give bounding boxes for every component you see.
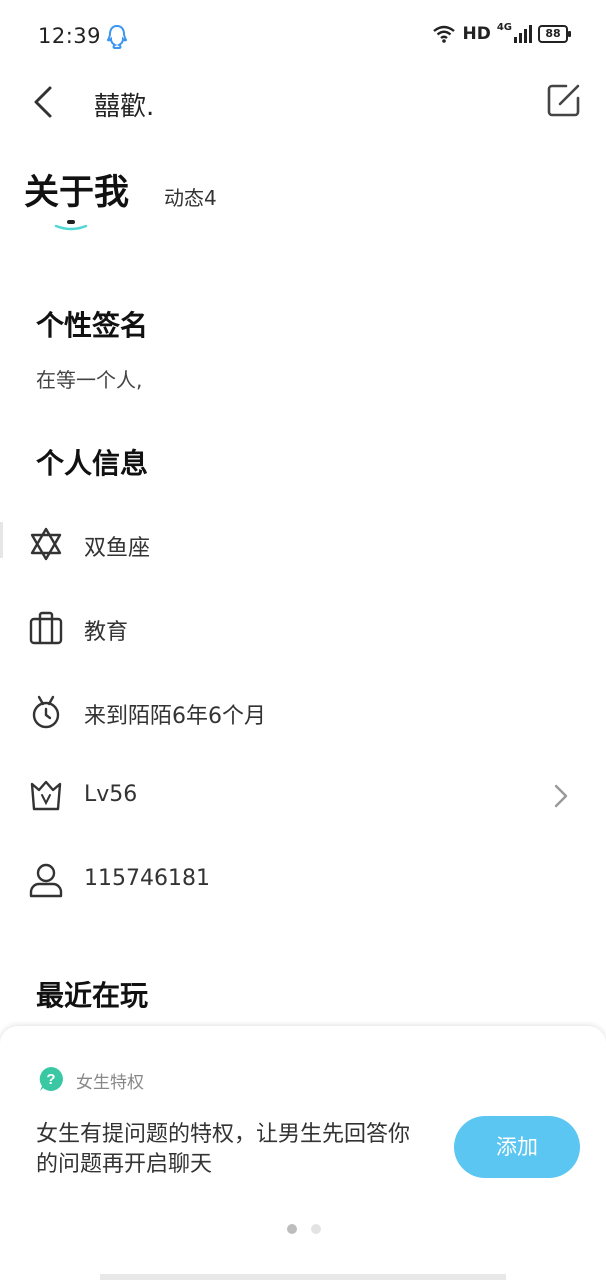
info-row-id: 115746181	[0, 854, 606, 914]
network-type: 4G	[496, 21, 512, 33]
svg-text:?: ?	[46, 1071, 55, 1088]
status-time: 12:39	[38, 24, 102, 48]
stopwatch-icon	[32, 695, 60, 729]
info-row-industry: 教育	[0, 602, 606, 662]
info-title: 个人信息	[36, 447, 149, 480]
wifi-icon	[433, 25, 456, 43]
privilege-description: 女生有提问题的特权，让男生先回答你的问题再开启聊天	[36, 1122, 411, 1177]
battery-icon: 88	[538, 25, 571, 43]
question-badge-icon: ?	[39, 1067, 63, 1091]
signal-icon	[514, 25, 532, 43]
hd-indicator: HD	[462, 24, 491, 44]
briefcase-icon	[29, 611, 63, 645]
tab-moments[interactable]: 动态4	[164, 182, 217, 211]
user-id-text: 115746181	[84, 866, 210, 891]
signature-text: 在等一个人,	[36, 368, 143, 392]
level-text: Lv56	[84, 782, 138, 807]
back-button[interactable]	[28, 82, 58, 122]
chevron-right-icon	[554, 784, 568, 808]
privilege-label: 女生特权	[76, 1073, 144, 1093]
info-row-level[interactable]: Lv56	[0, 770, 606, 830]
qq-icon	[106, 24, 128, 49]
star-of-david-icon	[30, 527, 62, 561]
recent-title: 最近在玩	[36, 979, 149, 1012]
crown-icon	[30, 780, 62, 811]
gesture-bar	[100, 1274, 506, 1280]
industry-text: 教育	[84, 620, 129, 645]
zodiac-text: 双鱼座	[84, 536, 151, 561]
tab-indicator	[54, 220, 88, 231]
info-row-zodiac: 双鱼座	[0, 518, 606, 578]
status-bar: 12:39 HD 4G 88	[0, 0, 606, 76]
top-bar: 囍歡.	[0, 76, 606, 132]
status-right: HD 4G 88	[432, 21, 571, 44]
joined-text: 来到陌陌6年6个月	[84, 704, 266, 729]
edit-icon[interactable]	[546, 82, 582, 118]
page-title: 囍歡.	[94, 92, 155, 122]
privilege-sheet: ? 女生特权 女生有提问题的特权，让男生先回答你的问题再开启聊天 添加	[0, 1026, 606, 1280]
add-button[interactable]: 添加	[454, 1116, 580, 1178]
page-dot-active	[287, 1224, 297, 1234]
info-row-joined: 来到陌陌6年6个月	[0, 686, 606, 746]
profile-tabs: 关于我 动态4	[24, 160, 424, 240]
tab-about-me[interactable]: 关于我	[24, 164, 129, 215]
user-icon	[29, 863, 63, 898]
page-dot	[311, 1224, 321, 1234]
signature-title: 个性签名	[36, 309, 149, 342]
